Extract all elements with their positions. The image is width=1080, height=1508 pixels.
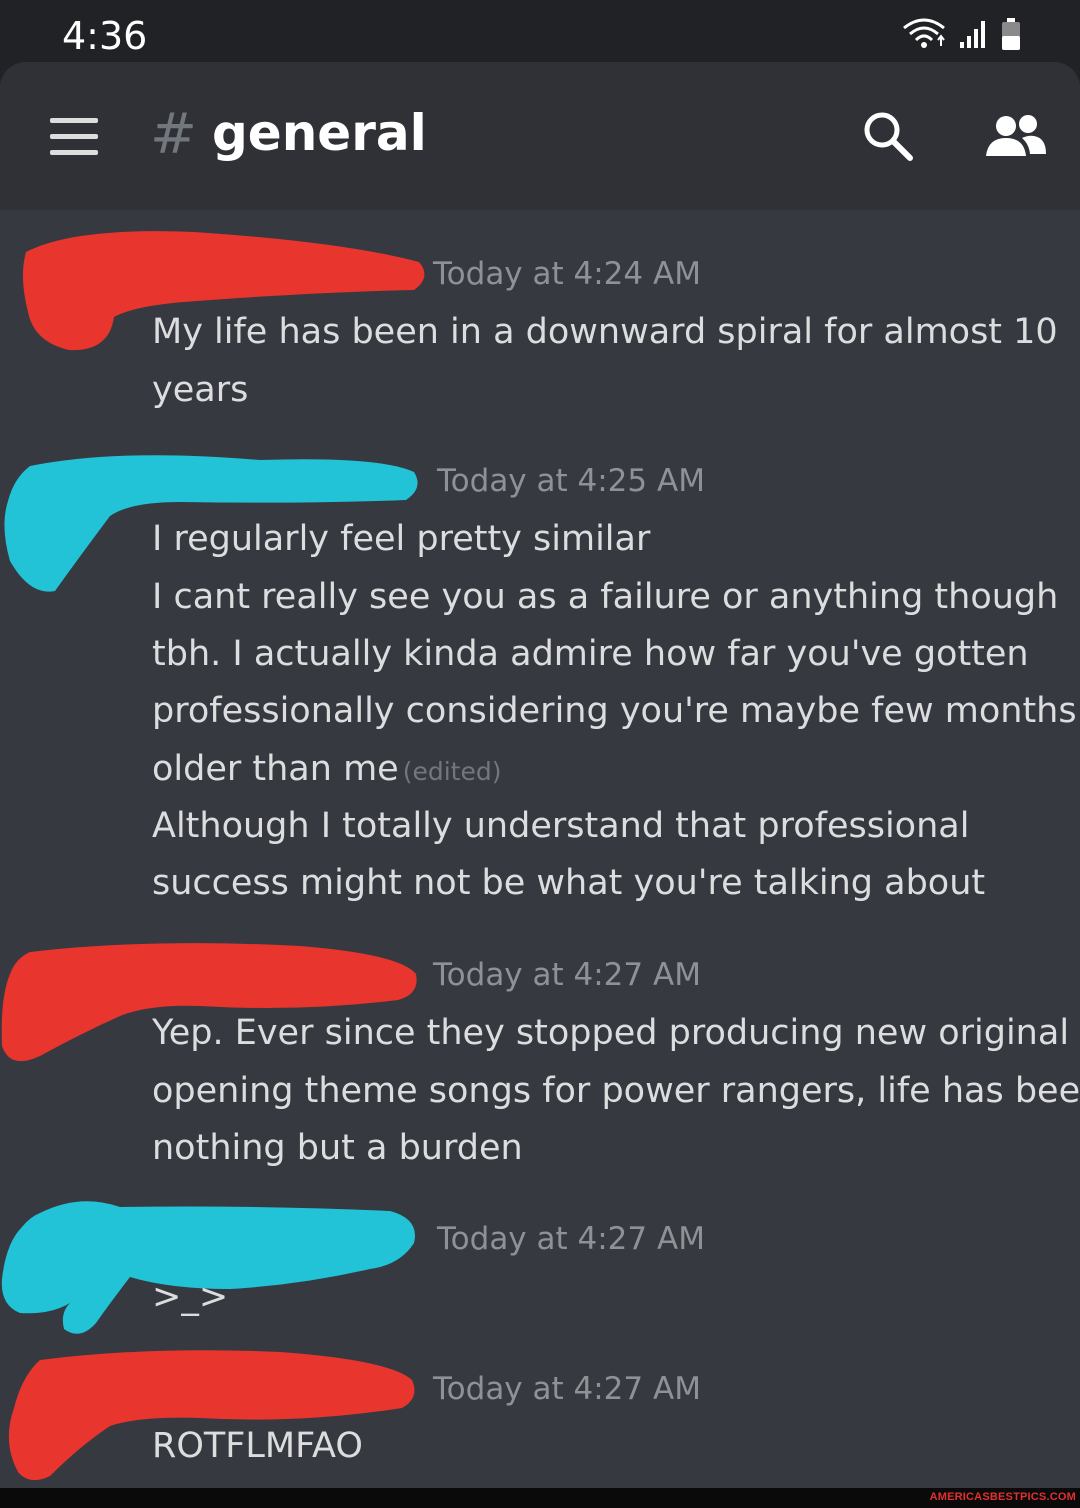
timestamp: Today at 4:27 AM (433, 957, 701, 993)
message-line: I cant really see you as a failure or an… (152, 577, 1059, 617)
message-line: success might not be what you're talking… (152, 863, 986, 903)
status-bar: 4:36 (0, 0, 1080, 66)
message-line: nothing but a burden (152, 1128, 523, 1168)
message-line: Yep. Ever since they stopped producing n… (152, 1013, 1070, 1053)
status-icons (902, 14, 1022, 54)
message-line: My life has been in a downward spiral fo… (152, 312, 1058, 352)
hash-icon: # (150, 102, 197, 167)
timestamp: Today at 4:25 AM (437, 463, 705, 499)
search-icon[interactable] (862, 110, 914, 162)
message-line: I regularly feel pretty similar (152, 519, 651, 559)
timestamp: Today at 4:27 AM (437, 1221, 705, 1257)
message-line: >_> (152, 1277, 229, 1317)
status-time: 4:36 (62, 14, 148, 58)
members-icon[interactable] (984, 114, 1048, 158)
redacted-author (1, 1201, 416, 1334)
message-line: professionally considering you're maybe … (152, 691, 1077, 731)
message-line: ROTFLMFAO (152, 1426, 363, 1466)
wifi-icon (903, 18, 945, 48)
message-line: tbh. I actually kinda admire how far you… (152, 634, 1029, 674)
timestamp: Today at 4:24 AM (433, 256, 701, 292)
menu-icon[interactable] (50, 118, 98, 155)
message-text: older than me (152, 749, 399, 789)
edited-label: (edited) (402, 757, 502, 786)
message-line: opening theme songs for power rangers, l… (152, 1071, 1080, 1111)
signal-icon (960, 21, 985, 48)
channel-name: general (212, 104, 427, 162)
battery-icon (1002, 18, 1020, 50)
message-line: years (152, 370, 249, 410)
footer-bar (0, 1488, 1080, 1508)
channel-header: # general (0, 62, 1080, 210)
message-line: Although I totally understand that profe… (152, 806, 970, 846)
message-line: older than me (edited) (152, 749, 501, 789)
watermark: AMERICASBESTPICS.COM (929, 1491, 1076, 1503)
timestamp: Today at 4:27 AM (433, 1371, 701, 1407)
